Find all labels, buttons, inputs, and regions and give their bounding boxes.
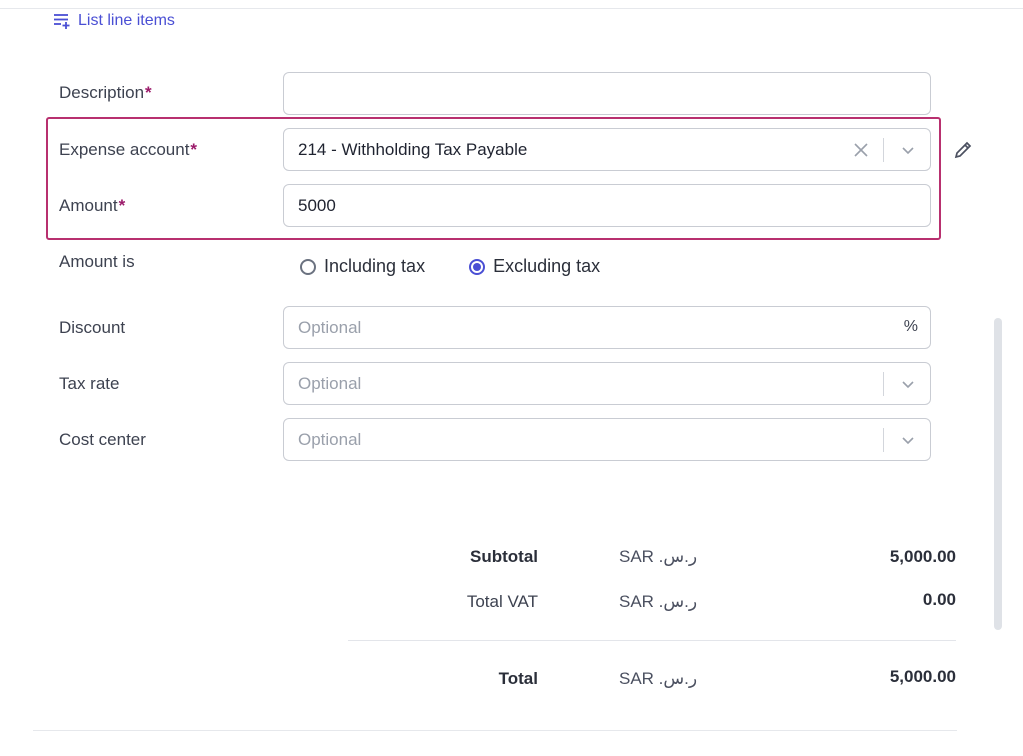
radio-excluding-tax[interactable]: Excluding tax [469,256,600,277]
discount-placeholder: Optional [298,317,362,337]
close-icon[interactable] [852,141,870,159]
total-vat-currency: SAR .ر.س [619,592,698,611]
radio-selected-icon [469,258,486,275]
percent-suffix: % [903,318,918,335]
amount-value: 5000 [298,195,336,215]
total-vat-label: Total VAT [466,592,538,611]
subtotal-currency: SAR .ر.س [619,547,698,566]
select-separator [883,428,884,452]
pencil-icon[interactable] [952,139,974,161]
description-input[interactable] [283,72,931,115]
subtotal-value: 5,000.00 [889,547,956,566]
tax-rate-placeholder: Optional [298,373,362,393]
scrollbar-thumb[interactable] [994,318,1002,630]
radio-excluding-tax-label: Excluding tax [493,256,601,276]
total-label: Total [498,669,538,688]
amount-input[interactable]: 5000 [283,184,931,227]
radio-including-tax[interactable]: Including tax [300,256,425,277]
chevron-down-icon[interactable] [900,142,916,158]
expense-account-value: 214 - Withholding Tax Payable [298,139,528,159]
cost-center-select[interactable]: Optional [283,418,931,461]
discount-input[interactable]: Optional % [283,306,931,349]
select-separator [883,372,884,396]
tax-rate-select[interactable]: Optional [283,362,931,405]
select-separator [883,138,884,162]
list-line-items-label: List line items [78,12,175,29]
description-label: Description* [59,83,152,102]
top-divider [0,8,1023,9]
chevron-down-icon[interactable] [900,376,916,392]
list-line-items-link[interactable]: List line items [53,10,175,32]
total-vat-value: 0.00 [922,590,956,609]
radio-circle-icon [300,258,316,275]
list-add-icon [54,14,70,29]
expense-account-select[interactable]: 214 - Withholding Tax Payable [283,128,931,171]
totals-divider [348,640,956,641]
amount-is-label: Amount is [59,252,135,271]
tax-rate-label: Tax rate [59,374,120,393]
total-value: 5,000.00 [889,667,956,686]
cost-center-placeholder: Optional [298,429,362,449]
cost-center-label: Cost center [59,430,146,449]
subtotal-label: Subtotal [470,547,538,566]
amount-is-radio-group: Including tax Excluding tax [300,256,600,277]
discount-label: Discount [59,318,126,337]
bottom-divider [33,730,957,731]
amount-label: Amount* [59,196,126,215]
total-currency: SAR .ر.س [619,669,698,688]
chevron-down-icon[interactable] [900,432,916,448]
expense-account-label: Expense account* [59,140,198,159]
radio-including-tax-label: Including tax [324,256,426,276]
